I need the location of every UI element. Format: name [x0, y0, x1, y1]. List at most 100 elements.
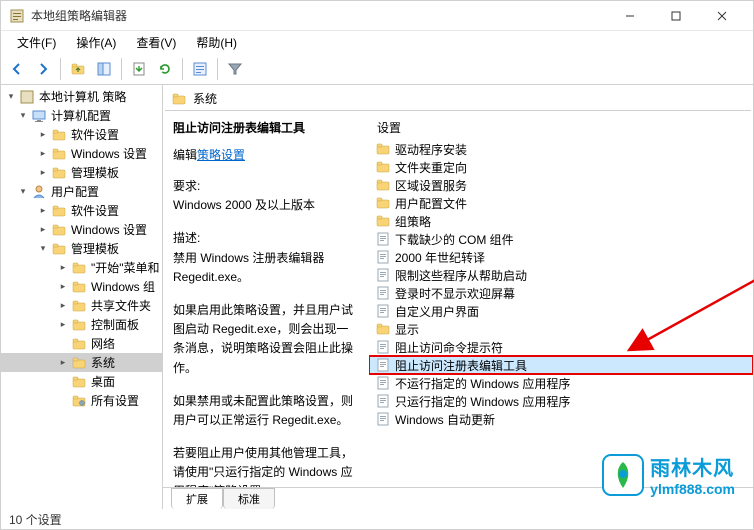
settings-column-header[interactable]: 设置 [369, 115, 753, 140]
setting-row[interactable]: 组策略 [369, 212, 753, 230]
setting-label: 显示 [395, 321, 419, 338]
expand-icon[interactable]: ▸ [57, 300, 69, 312]
tree-item-system[interactable]: ▸ 系统 [1, 353, 162, 372]
folder-icon [375, 321, 391, 337]
folder-icon [375, 177, 391, 193]
requirements-label: 要求: [173, 177, 359, 196]
setting-row[interactable]: 下载缺少的 COM 组件 [369, 230, 753, 248]
status-text: 10 个设置 [9, 513, 62, 527]
expand-icon[interactable]: ▸ [37, 129, 49, 141]
back-button[interactable] [5, 57, 29, 81]
breadcrumb-label: 系统 [193, 90, 217, 107]
up-button[interactable] [66, 57, 90, 81]
tree-user-windows[interactable]: ▸ Windows 设置 [1, 220, 162, 239]
forward-button[interactable] [31, 57, 55, 81]
policy-icon [375, 285, 391, 301]
titlebar: 本地组策略编辑器 [1, 1, 753, 31]
setting-row[interactable]: 驱动程序安装 [369, 140, 753, 158]
expand-icon[interactable]: ▸ [57, 319, 69, 331]
folder-icon [51, 222, 67, 238]
user-icon [31, 184, 47, 200]
setting-row[interactable]: 只运行指定的 Windows 应用程序 [369, 392, 753, 410]
tree-item[interactable]: ▸"开始"菜单和 [1, 258, 162, 277]
menu-view[interactable]: 查看(V) [126, 32, 186, 53]
edit-policy-link[interactable]: 策略设置 [197, 148, 245, 162]
tree-user-config[interactable]: ▾ 用户配置 [1, 182, 162, 201]
expand-icon[interactable]: ▸ [37, 148, 49, 160]
tree-item[interactable]: ▸共享文件夹 [1, 296, 162, 315]
refresh-button[interactable] [153, 57, 177, 81]
tabs-bar: 扩展 标准 [163, 487, 753, 509]
expand-icon[interactable]: ▸ [37, 167, 49, 179]
tab-extended[interactable]: 扩展 [171, 488, 223, 509]
expand-icon[interactable] [57, 395, 69, 407]
menu-help[interactable]: 帮助(H) [186, 32, 247, 53]
setting-row[interactable]: 登录时不显示欢迎屏幕 [369, 284, 753, 302]
setting-label: 文件夹重定向 [395, 159, 467, 176]
tree-computer-config[interactable]: ▾ 计算机配置 [1, 106, 162, 125]
description-p2: 如果启用此策略设置，并且用户试图启动 Regedit.exe，则会出现一条消息，… [173, 301, 359, 378]
setting-label: 下载缺少的 COM 组件 [395, 231, 514, 248]
policy-icon [375, 249, 391, 265]
setting-row[interactable]: 阻止访问命令提示符 [369, 338, 753, 356]
tree-user-software[interactable]: ▸ 软件设置 [1, 201, 162, 220]
policy-icon [375, 411, 391, 427]
description-label: 描述: [173, 229, 359, 248]
tree-label: 软件设置 [71, 126, 119, 143]
setting-row[interactable]: Windows 自动更新 [369, 410, 753, 428]
setting-row[interactable]: 限制这些程序从帮助启动 [369, 266, 753, 284]
expand-icon[interactable]: ▸ [37, 205, 49, 217]
show-hide-tree-button[interactable] [92, 57, 116, 81]
tree-item[interactable]: ▸控制面板 [1, 315, 162, 334]
folder-icon [51, 127, 67, 143]
setting-row-registry-tools[interactable]: 阻止访问注册表编辑工具 [369, 356, 753, 374]
tree-root[interactable]: ▾ 本地计算机 策略 [1, 87, 162, 106]
folder-icon [71, 336, 87, 352]
setting-label: 2000 年世纪转译 [395, 249, 485, 266]
properties-button[interactable] [188, 57, 212, 81]
setting-row[interactable]: 不运行指定的 Windows 应用程序 [369, 374, 753, 392]
expand-icon[interactable]: ▸ [57, 281, 69, 293]
tree-label: 管理模板 [71, 164, 119, 181]
setting-row[interactable]: 显示 [369, 320, 753, 338]
expand-icon[interactable] [57, 376, 69, 388]
expand-icon[interactable]: ▸ [57, 262, 69, 274]
export-button[interactable] [127, 57, 151, 81]
collapse-icon[interactable]: ▾ [5, 91, 17, 103]
tree-label: 系统 [91, 354, 115, 371]
tree-item[interactable]: ▸ 管理模板 [1, 163, 162, 182]
collapse-icon[interactable]: ▾ [17, 186, 29, 198]
tree-pane[interactable]: ▾ 本地计算机 策略 ▾ 计算机配置 ▸软件设置▸Windows 设置▸管理模板… [1, 85, 163, 509]
close-button[interactable] [699, 1, 745, 31]
collapse-icon[interactable]: ▾ [37, 243, 49, 255]
setting-row[interactable]: 文件夹重定向 [369, 158, 753, 176]
expand-icon[interactable]: ▸ [57, 357, 69, 369]
tree-item[interactable]: ▸ 软件设置 [1, 125, 162, 144]
settings-list-pane[interactable]: 设置 驱动程序安装文件夹重定向区域设置服务用户配置文件组策略下载缺少的 COM … [369, 111, 753, 487]
tree-item[interactable]: 桌面 [1, 372, 162, 391]
menu-file[interactable]: 文件(F) [7, 32, 66, 53]
minimize-button[interactable] [607, 1, 653, 31]
tree-label: Windows 组 [91, 278, 155, 295]
setting-row[interactable]: 用户配置文件 [369, 194, 753, 212]
tree-label: 所有设置 [91, 392, 139, 409]
setting-row[interactable]: 自定义用户界面 [369, 302, 753, 320]
expand-icon[interactable]: ▸ [37, 224, 49, 236]
collapse-icon[interactable]: ▾ [17, 110, 29, 122]
tree-item[interactable]: 网络 [1, 334, 162, 353]
statusbar: 10 个设置 [1, 509, 753, 529]
tree-user-admin-templates[interactable]: ▾ 管理模板 [1, 239, 162, 258]
setting-row[interactable]: 区域设置服务 [369, 176, 753, 194]
maximize-button[interactable] [653, 1, 699, 31]
tab-standard[interactable]: 标准 [223, 488, 275, 509]
policy-description-pane: 阻止访问注册表编辑工具 编辑策略设置 要求: Windows 2000 及以上版… [163, 111, 369, 487]
filter-button[interactable] [223, 57, 247, 81]
tree-item[interactable]: ▸ Windows 组 [1, 277, 162, 296]
setting-label: 登录时不显示欢迎屏幕 [395, 285, 515, 302]
setting-row[interactable]: 2000 年世纪转译 [369, 248, 753, 266]
tree-item[interactable]: 所有设置 [1, 391, 162, 410]
menu-action[interactable]: 操作(A) [66, 32, 126, 53]
tree-item[interactable]: ▸Windows 设置 [1, 144, 162, 163]
expand-icon[interactable] [57, 338, 69, 350]
toolbar-separator [60, 58, 61, 80]
